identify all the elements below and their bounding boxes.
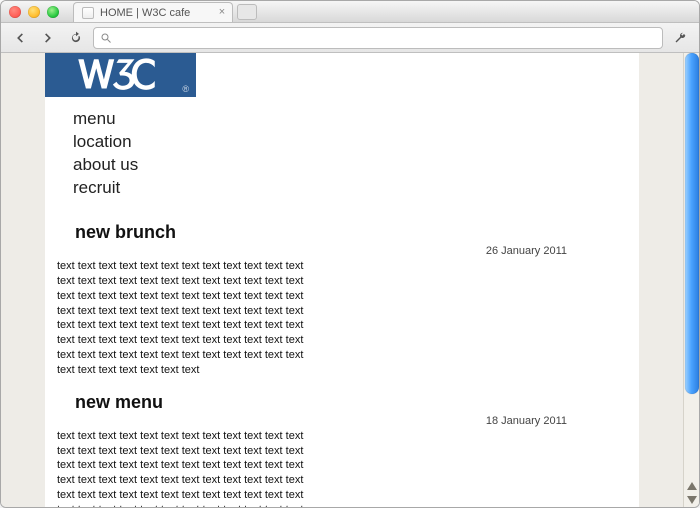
forward-button[interactable] [37,28,59,48]
tab-strip: HOME | W3C cafe × [73,0,659,22]
page-icon [82,7,94,19]
post-date: 18 January 2011 [57,415,627,427]
posts-list: new brunch 26 January 2011 text text tex… [45,198,639,507]
nav-item-recruit[interactable]: recruit [73,178,639,198]
wrench-icon [673,31,687,45]
post: new menu 18 January 2011 text text text … [57,392,627,507]
post-title: new menu [57,392,627,413]
titlebar: HOME | W3C cafe × [1,1,699,23]
close-window-button[interactable] [9,6,21,18]
new-tab-button[interactable] [237,4,257,20]
vertical-scrollbar[interactable] [683,53,699,507]
post-body: text text text text text text text text … [57,259,317,378]
w3c-logo-mark [76,53,166,97]
scroll-up-arrow[interactable] [684,479,699,493]
post-date: 26 January 2011 [57,245,627,257]
tab-close-button[interactable]: × [216,6,228,18]
post-body: text text text text text text text text … [57,429,317,507]
page-content: ® menu location about us recruit new bru… [45,53,639,507]
browser-tab[interactable]: HOME | W3C cafe × [73,2,233,22]
scrollbar-track[interactable] [684,53,700,479]
back-button[interactable] [9,28,31,48]
chevron-up-icon [687,482,697,490]
scrollbar-thumb[interactable] [685,53,699,394]
arrow-left-icon [13,31,27,45]
settings-button[interactable] [669,28,691,48]
reload-icon [69,31,83,45]
arrow-right-icon [41,31,55,45]
page-background: ® menu location about us recruit new bru… [1,53,683,507]
site-nav: menu location about us recruit [45,109,639,198]
post: new brunch 26 January 2011 text text tex… [57,222,627,378]
tab-title: HOME | W3C cafe [100,7,190,19]
zoom-window-button[interactable] [47,6,59,18]
chevron-down-icon [687,496,697,504]
browser-window: HOME | W3C cafe × [0,0,700,508]
nav-item-location[interactable]: location [73,132,639,152]
search-icon [100,32,112,44]
window-controls [9,6,59,18]
scroll-down-arrow[interactable] [684,493,699,507]
minimize-window-button[interactable] [28,6,40,18]
nav-item-about[interactable]: about us [73,155,639,175]
viewport: ® menu location about us recruit new bru… [1,53,699,507]
trademark-icon: ® [182,84,189,94]
post-title: new brunch [57,222,627,243]
toolbar [1,23,699,53]
w3c-logo: ® [45,53,196,97]
reload-button[interactable] [65,28,87,48]
address-bar[interactable] [93,27,663,49]
nav-item-menu[interactable]: menu [73,109,639,129]
